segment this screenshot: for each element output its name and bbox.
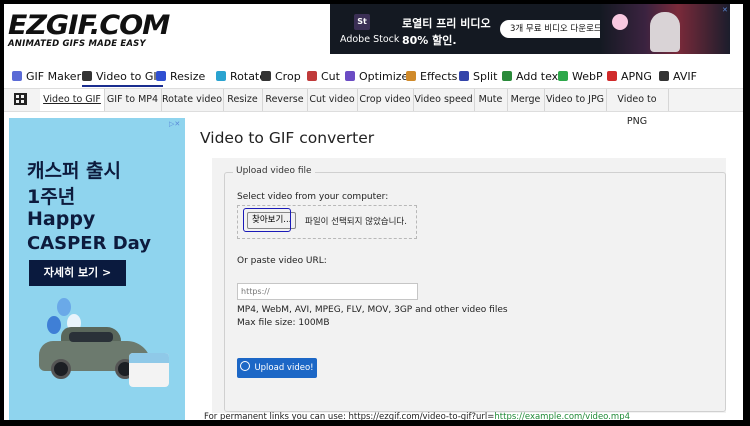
nav-item-resize[interactable]: Resize	[156, 68, 205, 84]
avif-icon	[659, 71, 669, 81]
upload-button-label: Upload video!	[254, 363, 314, 373]
tab-reverse[interactable]: Reverse	[262, 89, 308, 111]
upload-legend: Upload video file	[233, 166, 315, 176]
nav-item-label: WebP	[572, 69, 603, 83]
main-nav: GIF Maker Video to GIF Resize Rotate Crop Cut…	[4, 62, 743, 88]
site-logo[interactable]: EZGIF.COM ANIMATED GIFS MADE EASY	[8, 12, 170, 50]
nav-item-video-to-gif[interactable]: Video to GIF	[82, 68, 163, 87]
ad-close-icon[interactable]: ▷✕	[169, 120, 180, 128]
webp-icon	[558, 71, 568, 81]
gif-maker-icon	[12, 71, 22, 81]
tab-resize[interactable]: Resize	[223, 89, 263, 111]
cake-illustration	[129, 353, 169, 387]
nav-item-avif[interactable]: AVIF	[659, 68, 697, 84]
tab-cut-video[interactable]: Cut video	[307, 89, 358, 111]
nav-item-crop[interactable]: Crop	[261, 68, 301, 84]
banner-figure-shape	[650, 12, 680, 52]
file-dropzone[interactable]: 찾아보기... 파일이 선택되지 않았습니다.	[237, 205, 417, 239]
permanent-link-note: For permanent links you can use: https:/…	[204, 412, 630, 420]
permanent-link-text: For permanent links you can use: https:/…	[204, 412, 495, 420]
nav-item-cut[interactable]: Cut	[307, 68, 340, 84]
nav-item-label: Optimize	[359, 69, 409, 83]
car-wheel-shape	[51, 359, 71, 379]
nav-item-optimize[interactable]: Optimize	[345, 68, 408, 84]
example-url-link[interactable]: https://example.com/video.mp4	[494, 412, 630, 420]
film-icon	[14, 93, 27, 105]
tab-merge[interactable]: Merge	[507, 89, 545, 111]
tab-video-to-png[interactable]: Video to PNG	[606, 89, 669, 127]
tab-mute[interactable]: Mute	[474, 89, 508, 111]
effects-icon	[406, 71, 416, 81]
car-window-shape	[69, 332, 113, 342]
side-ad-line2: 1주년	[27, 186, 76, 208]
highlight-annotation	[243, 208, 291, 232]
page-title: Video to GIF converter	[200, 129, 375, 147]
select-file-label: Select video from your computer:	[237, 192, 389, 202]
ad-close-icon[interactable]: ✕	[722, 6, 728, 14]
tab-video-to-jpg[interactable]: Video to JPG	[544, 89, 607, 111]
no-file-selected-text: 파일이 선택되지 않았습니다.	[305, 217, 407, 227]
add-text-icon	[502, 71, 512, 81]
tab-crop-video[interactable]: Crop video	[357, 89, 414, 111]
nav-item-label: GIF Maker	[26, 69, 82, 83]
nav-item-label: Add text	[516, 69, 563, 83]
crop-icon	[261, 71, 271, 81]
site-header: EZGIF.COM ANIMATED GIFS MADE EASY St Ado…	[4, 4, 743, 62]
side-ad[interactable]: ▷✕ 캐스퍼 출시 1주년 Happy CASPER Day 자세히 보기 >	[9, 118, 185, 420]
video-to-gif-icon	[82, 71, 92, 81]
nav-item-split[interactable]: Split	[459, 68, 497, 84]
nav-item-webp[interactable]: WebP	[558, 68, 603, 84]
adobe-stock-logo: St	[354, 14, 370, 30]
nav-item-label: Resize	[170, 69, 206, 83]
banner-artwork	[600, 4, 730, 54]
top-banner-ad[interactable]: St Adobe Stock 로열티 프리 비디오 80% 할인. 3개 무료 …	[330, 4, 730, 54]
nav-item-gif-maker[interactable]: GIF Maker	[12, 68, 81, 84]
apng-icon	[607, 71, 617, 81]
optimize-icon	[345, 71, 355, 81]
nav-item-label: Cut	[321, 69, 340, 83]
sub-nav: Video to GIF GIF to MP4 Rotate video Resize…	[4, 88, 743, 127]
split-icon	[459, 71, 469, 81]
upload-fieldset: Upload video file Select video from your…	[224, 166, 726, 412]
tab-gif-to-mp4[interactable]: GIF to MP4	[104, 89, 162, 111]
nav-item-effects[interactable]: Effects	[406, 68, 457, 84]
upload-video-button[interactable]: Upload video!	[237, 358, 317, 378]
side-ad-line3: Happy	[27, 208, 96, 230]
max-size-text: Max file size: 100MB	[237, 318, 330, 328]
browser-viewport: EZGIF.COM ANIMATED GIFS MADE EASY St Ado…	[4, 4, 743, 420]
side-ad-line1: 캐스퍼 출시	[27, 160, 122, 182]
upload-icon	[240, 361, 251, 371]
formats-text: MP4, WebM, AVI, MPEG, FLV, MOV, 3GP and …	[237, 305, 508, 315]
nav-item-label: Video to GIF	[96, 69, 163, 83]
banner-glow-shape	[612, 14, 628, 30]
banner-title-line1: 로열티 프리 비디오	[402, 17, 491, 30]
side-ad-line4: CASPER Day	[27, 233, 151, 254]
banner-cta-button[interactable]: 3개 무료 비디오 다운로드	[500, 20, 612, 38]
tab-video-to-gif[interactable]: Video to GIF	[40, 89, 105, 111]
resize-icon	[156, 71, 166, 81]
logo-title: EZGIF.COM	[8, 10, 170, 41]
main-content: Video to GIF converter Upload video file…	[200, 118, 743, 420]
nav-item-label: APNG	[621, 69, 652, 83]
tab-video-speed[interactable]: Video speed	[413, 89, 475, 111]
side-ad-button[interactable]: 자세히 보기 >	[29, 260, 126, 286]
tab-rotate-video[interactable]: Rotate video	[161, 89, 224, 111]
nav-item-apng[interactable]: APNG	[607, 68, 652, 84]
nav-item-label: Split	[473, 69, 498, 83]
upload-panel: Upload video file Select video from your…	[212, 158, 726, 413]
rotate-icon	[216, 71, 226, 81]
cut-icon	[307, 71, 317, 81]
nav-item-label: Crop	[275, 69, 301, 83]
nav-item-label: AVIF	[673, 69, 697, 83]
nav-item-add-text[interactable]: Add text	[502, 68, 563, 84]
nav-item-label: Effects	[420, 69, 458, 83]
paste-url-label: Or paste video URL:	[237, 256, 327, 266]
balloon-shape	[57, 298, 71, 316]
nav-item-rotate[interactable]: Rotate	[216, 68, 266, 84]
banner-title-line2: 80% 할인.	[402, 34, 457, 47]
video-url-input[interactable]: https://	[237, 283, 418, 300]
banner-brand: Adobe Stock	[340, 34, 400, 45]
